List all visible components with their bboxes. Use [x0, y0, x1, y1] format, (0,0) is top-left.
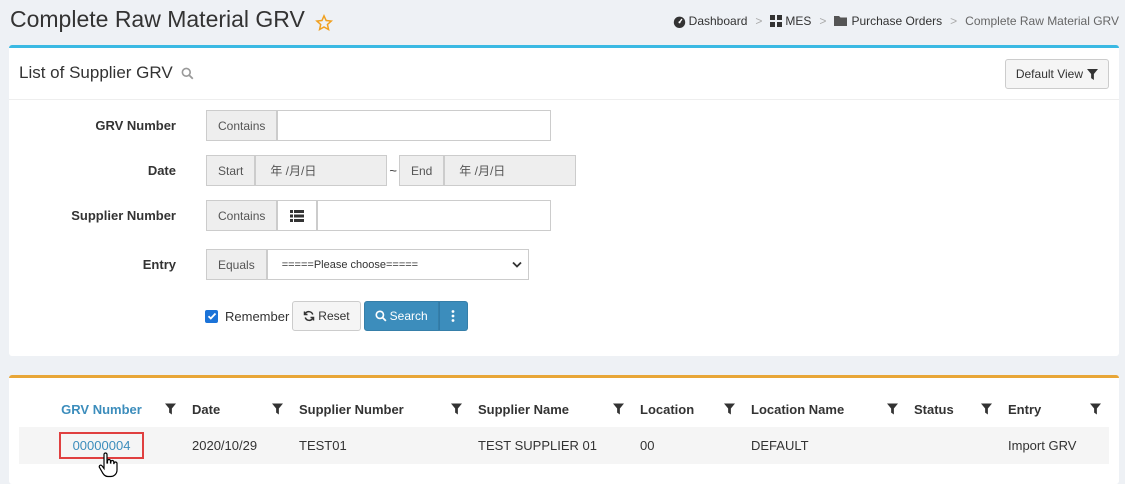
entry-operator[interactable]: Equals [206, 249, 267, 280]
search-button-group: Search [363, 301, 468, 331]
column-label: Supplier Number [299, 401, 404, 417]
table-row[interactable]: 00000004 2020/10/29 TEST01 TEST SUPPLIER… [19, 427, 1109, 464]
reset-label: Reset [318, 309, 350, 323]
supplier-number-label: Supplier Number [71, 208, 176, 223]
filter-icon[interactable] [981, 403, 992, 415]
dashboard-icon [673, 16, 685, 28]
search-panel-header: List of Supplier GRV Default View [9, 48, 1119, 100]
filter-icon [1087, 68, 1098, 80]
filter-icon[interactable] [613, 403, 624, 415]
cell-status [906, 427, 1000, 464]
entry-select[interactable]: =====Please choose===== [266, 249, 529, 280]
supplier-number-operator[interactable]: Contains [206, 200, 278, 231]
cell-location-name: DEFAULT [743, 427, 906, 464]
entry-label: Entry [142, 257, 176, 272]
cell-supplier-number: TEST01 [291, 427, 470, 464]
breadcrumb-label: Complete Raw Material GRV [965, 14, 1119, 28]
breadcrumb: Dashboard > MES > Purchase Orders > Comp… [673, 14, 1119, 28]
column-header-location[interactable]: Location [632, 391, 743, 427]
chevron-down-icon [512, 261, 522, 268]
list-icon [290, 209, 305, 222]
column-label: Status [914, 401, 954, 417]
supplier-number-row: Supplier Number Contains [9, 200, 552, 231]
date-end-input[interactable]: 年 /月/日 [444, 155, 577, 186]
column-header-supplier-name[interactable]: Supplier Name [470, 391, 632, 427]
filter-icon[interactable] [724, 403, 735, 415]
search-icon [375, 310, 387, 322]
table-header-row: GRV Number Date Supplier Number Supplier… [19, 391, 1109, 427]
search-panel-title: List of Supplier GRV [19, 63, 194, 83]
grv-number-input[interactable] [277, 110, 552, 141]
list-picker-button[interactable] [277, 200, 318, 231]
search-button[interactable]: Search [363, 301, 439, 331]
search-panel: List of Supplier GRV Default View GRV Nu… [9, 45, 1119, 356]
filter-icon[interactable] [272, 403, 283, 415]
refresh-icon [304, 310, 315, 322]
breadcrumb-purchase-orders[interactable]: Purchase Orders [834, 14, 942, 28]
results-panel: GRV Number Date Supplier Number Supplier… [9, 375, 1119, 484]
panel-title-text: List of Supplier GRV [19, 63, 173, 82]
default-view-label: Default View [1015, 67, 1083, 81]
breadcrumb-mes[interactable]: MES [770, 14, 811, 28]
column-label: Supplier Name [478, 401, 570, 417]
check-icon [207, 312, 216, 320]
breadcrumb-label: Purchase Orders [851, 14, 943, 28]
column-label: GRV Number [61, 401, 142, 417]
column-header-supplier-number[interactable]: Supplier Number [291, 391, 470, 427]
date-end-addon: End [398, 155, 445, 186]
breadcrumb-dashboard[interactable]: Dashboard [673, 14, 748, 28]
breadcrumb-label: Dashboard [688, 14, 748, 28]
supplier-number-input[interactable] [317, 200, 552, 231]
filter-icon[interactable] [1090, 403, 1101, 415]
grid-icon [770, 15, 783, 27]
entry-select-value: =====Please choose===== [281, 258, 419, 271]
search-label: Search [389, 309, 428, 323]
date-row: Date Start 年 /月/日 ~ End 年 /月/日 [9, 155, 577, 186]
entry-row: Entry Equals =====Please choose===== [9, 249, 529, 280]
column-header-location-name[interactable]: Location Name [743, 391, 906, 427]
date-separator: ~ [389, 163, 397, 178]
column-header-grv-number[interactable]: GRV Number [19, 391, 184, 427]
filter-icon[interactable] [165, 403, 176, 415]
cell-date: 2020/10/29 [184, 427, 291, 464]
results-table: GRV Number Date Supplier Number Supplier… [19, 391, 1109, 464]
date-start-addon: Start [206, 155, 256, 186]
search-more-button[interactable] [438, 301, 468, 331]
cell-supplier-name: TEST SUPPLIER 01 [470, 427, 632, 464]
filter-icon[interactable] [887, 403, 898, 415]
cell-location: 00 [632, 427, 743, 464]
page-title-text: Complete Raw Material GRV [10, 6, 305, 32]
column-label: Date [192, 401, 221, 417]
column-label: Location [640, 401, 695, 417]
column-label: Location Name [751, 401, 845, 417]
grv-number-row: GRV Number Contains [9, 110, 552, 141]
hand-cursor-icon [98, 452, 118, 478]
more-vertical-icon [451, 310, 455, 322]
star-icon[interactable] [314, 11, 333, 31]
filter-icon[interactable] [451, 403, 462, 415]
column-header-entry[interactable]: Entry [1000, 391, 1109, 427]
cell-entry: Import GRV [1000, 427, 1109, 464]
remember-checkbox[interactable] [205, 309, 218, 323]
breadcrumb-current: Complete Raw Material GRV [965, 14, 1119, 28]
remember-label: Remember [225, 308, 290, 324]
column-header-date[interactable]: Date [184, 391, 291, 427]
search-icon [181, 67, 194, 79]
grv-number-operator[interactable]: Contains [206, 110, 278, 141]
reset-button[interactable]: Reset [292, 301, 361, 331]
column-label: Entry [1008, 401, 1042, 417]
page-title: Complete Raw Material GRV [10, 6, 333, 33]
column-header-status[interactable]: Status [906, 391, 1000, 427]
default-view-button[interactable]: Default View [1004, 59, 1109, 89]
grv-number-label: GRV Number [95, 118, 176, 133]
date-start-input[interactable]: 年 /月/日 [255, 155, 388, 186]
breadcrumb-label: MES [785, 14, 812, 28]
date-label: Date [147, 163, 176, 178]
search-actions: Remember Reset Search [205, 301, 468, 331]
folder-icon [834, 16, 848, 26]
